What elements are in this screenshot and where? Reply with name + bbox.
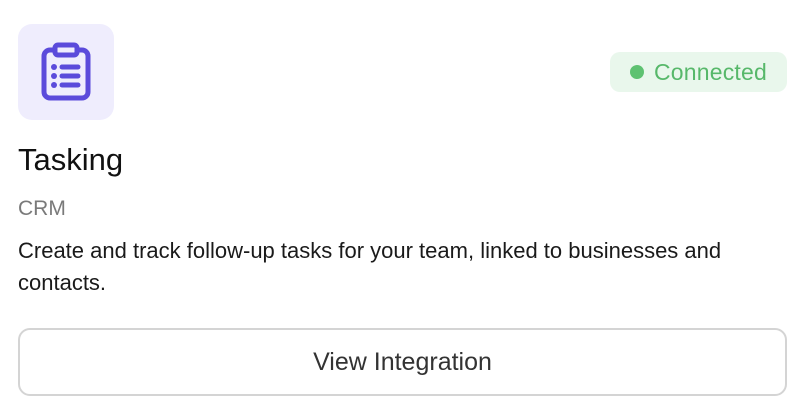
integration-description: Create and track follow-up tasks for you… bbox=[18, 238, 722, 295]
integration-card: Connected Tasking CRM Create and track f… bbox=[0, 0, 812, 418]
integration-logo bbox=[18, 24, 114, 120]
view-integration-button[interactable]: View Integration bbox=[18, 328, 787, 396]
status-label: Connected bbox=[653, 58, 767, 85]
status-badge: Connected bbox=[609, 52, 787, 92]
status-dot-icon bbox=[629, 65, 644, 79]
integration-title: Tasking bbox=[18, 142, 124, 177]
integration-category: CRM bbox=[18, 197, 66, 220]
clipboard-list-icon bbox=[41, 42, 91, 101]
